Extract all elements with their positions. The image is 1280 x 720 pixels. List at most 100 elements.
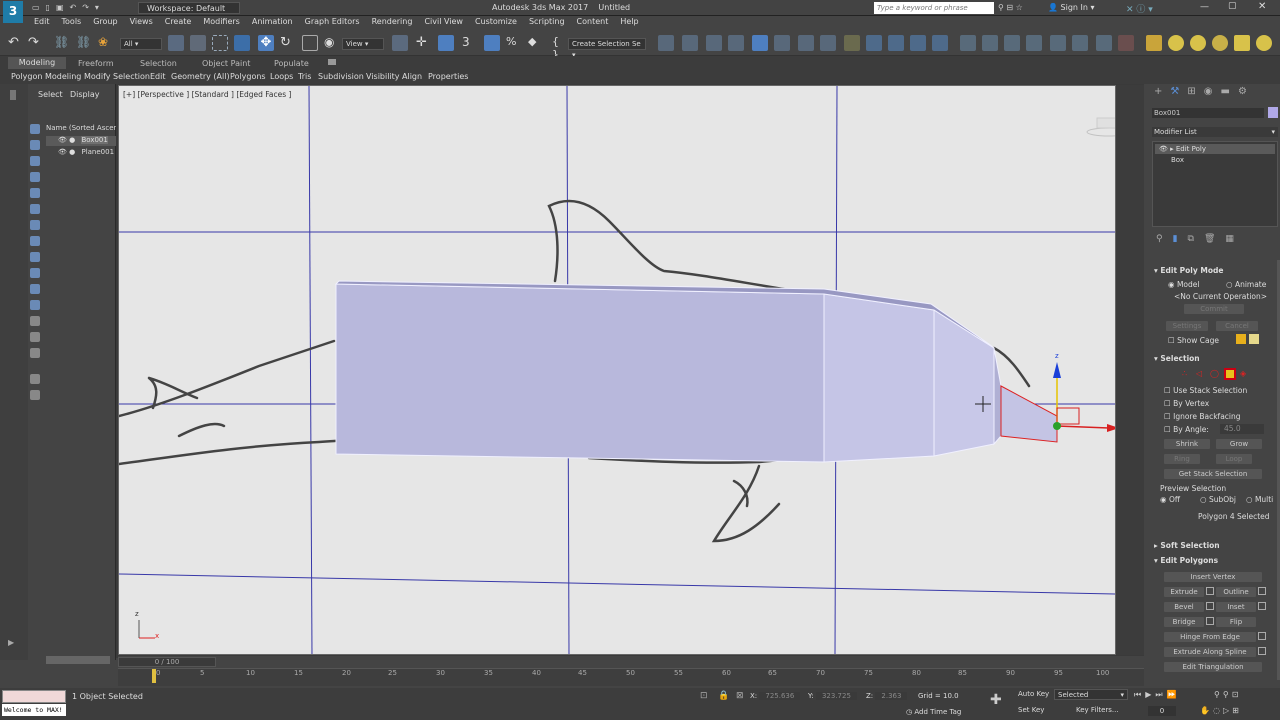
- motion-tab-icon[interactable]: ◉: [1204, 86, 1221, 97]
- pan-icon[interactable]: ✋: [1200, 706, 1213, 715]
- by-vertex-checkbox[interactable]: ☐ By Vertex: [1164, 399, 1209, 408]
- ribbon-tab-object-paint[interactable]: Object Paint: [202, 59, 250, 68]
- preview-multi-radio[interactable]: ○ Multi: [1246, 495, 1273, 504]
- app-logo-icon[interactable]: 3: [3, 1, 23, 23]
- maximize-button[interactable]: ▢: [1228, 1, 1237, 11]
- modify-tab-icon[interactable]: ⚒: [1170, 86, 1187, 97]
- ribbon-properties[interactable]: Properties: [428, 72, 468, 81]
- camera-icon[interactable]: [1212, 35, 1228, 51]
- cancel-button[interactable]: Cancel: [1216, 321, 1258, 331]
- spinner-snap-icon[interactable]: ◆: [528, 35, 544, 51]
- expand-arrow-icon[interactable]: ▶: [8, 638, 14, 647]
- key-filters-button[interactable]: Key Filters...: [1076, 706, 1119, 714]
- filter-xrefs-icon[interactable]: [30, 236, 40, 246]
- menu-scripting[interactable]: Scripting: [523, 16, 571, 26]
- pin-icon[interactable]: [10, 90, 16, 100]
- unlink-icon[interactable]: ⛓: [76, 35, 92, 51]
- key-mode-icon[interactable]: ✚: [990, 692, 1010, 712]
- ribbon-tab-modeling[interactable]: Modeling: [8, 57, 66, 69]
- edit-named-selection-icon[interactable]: { }: [552, 35, 568, 61]
- funnel-icon[interactable]: [30, 374, 40, 384]
- z-coordinate[interactable]: Z: 2.363: [866, 692, 908, 700]
- menu-help[interactable]: Help: [614, 16, 644, 26]
- bridge-settings-icon[interactable]: [1206, 617, 1214, 625]
- show-cage-checkbox[interactable]: ☐ Show Cage: [1168, 336, 1219, 345]
- outline-settings-icon[interactable]: [1258, 587, 1266, 595]
- pin-stack-icon[interactable]: ⚲: [1156, 234, 1173, 244]
- zoom-extents-icon[interactable]: ⊡: [1232, 690, 1242, 699]
- edit-triangulation-button[interactable]: Edit Triangulation: [1164, 662, 1262, 672]
- go-to-end-icon[interactable]: ⏩: [1167, 690, 1181, 699]
- use-stack-selection-checkbox[interactable]: ☐ Use Stack Selection: [1164, 386, 1247, 395]
- spotlight-icon[interactable]: [1234, 35, 1250, 51]
- scene-row-plane001[interactable]: 👁 ● Plane001: [46, 148, 116, 158]
- soft-selection-rollout[interactable]: ▸ Soft Selection: [1154, 541, 1276, 550]
- menu-tools[interactable]: Tools: [56, 16, 88, 26]
- show-end-result-icon[interactable]: ▮: [1173, 234, 1188, 244]
- display-icon[interactable]: [1118, 35, 1134, 51]
- display-tab-icon[interactable]: ▬: [1220, 86, 1237, 97]
- object-name-field[interactable]: Box001: [1152, 108, 1264, 118]
- close-x-icon[interactable]: ✕ ⓘ ▾: [1126, 2, 1153, 15]
- current-frame-field[interactable]: 0: [1148, 706, 1176, 716]
- ribbon-polygon-modeling[interactable]: Polygon Modeling: [11, 72, 81, 81]
- filter-containers-icon[interactable]: [30, 268, 40, 278]
- menu-animation[interactable]: Animation: [246, 16, 299, 26]
- eye-icon[interactable]: 👁: [58, 148, 67, 156]
- vertex-mode-icon[interactable]: ∴: [1182, 369, 1187, 378]
- edit-poly-mode-title[interactable]: ▾ Edit Poly Mode: [1154, 266, 1276, 275]
- teapot-icon[interactable]: [960, 35, 976, 51]
- redo-icon[interactable]: ↷: [28, 35, 44, 51]
- modifier-list-dropdown[interactable]: Modifier List ▾: [1152, 127, 1278, 137]
- lock-selection-icon[interactable]: 🔒: [718, 691, 729, 701]
- by-angle-checkbox[interactable]: ☐ By Angle:: [1164, 425, 1209, 434]
- scene-row-box001[interactable]: 👁 ● Box001: [46, 136, 116, 146]
- layer-manager-icon[interactable]: [706, 35, 722, 51]
- keyboard-shortcut-icon[interactable]: [438, 35, 454, 51]
- mirror-icon[interactable]: [658, 35, 674, 51]
- edge-mode-icon[interactable]: ◁: [1196, 369, 1202, 378]
- helper-icon[interactable]: [1050, 35, 1066, 51]
- close-button[interactable]: ✕: [1258, 1, 1266, 12]
- maxscript-output[interactable]: Welcome to MAX!: [2, 704, 66, 716]
- element-mode-icon[interactable]: ◈: [1240, 369, 1246, 378]
- ribbon-tab-freeform[interactable]: Freeform: [78, 59, 114, 68]
- extrude-along-spline-button[interactable]: Extrude Along Spline: [1164, 647, 1256, 657]
- maximize-viewport-icon[interactable]: ⊞: [1232, 706, 1242, 715]
- perspective-viewport[interactable]: [+] [Perspective ] [Standard ] [Edged Fa…: [118, 85, 1116, 655]
- select-object-icon[interactable]: [168, 35, 184, 51]
- folder-icon[interactable]: [1146, 35, 1162, 51]
- place-icon[interactable]: ◉: [324, 35, 340, 51]
- ribbon-visibility[interactable]: Visibility: [366, 72, 400, 81]
- preview-off-radio[interactable]: ◉ Off: [1160, 495, 1180, 504]
- menu-customize[interactable]: Customize: [469, 16, 523, 26]
- scene-tab-display[interactable]: Display: [70, 90, 100, 99]
- configure-sets-icon[interactable]: ▦: [1225, 234, 1244, 244]
- named-selection-dropdown[interactable]: Create Selection Se ▾: [568, 38, 646, 59]
- ribbon-align[interactable]: Align: [402, 72, 422, 81]
- bridge-button[interactable]: Bridge: [1164, 617, 1204, 627]
- ribbon-polygons[interactable]: Polygons: [230, 72, 266, 81]
- region-select-icon[interactable]: [212, 35, 228, 51]
- ribbon-edit[interactable]: Edit: [150, 72, 166, 81]
- ribbon-subdivision[interactable]: Subdivision: [318, 72, 364, 81]
- time-slider[interactable]: 0 / 100: [118, 657, 216, 667]
- menu-modifiers[interactable]: Modifiers: [197, 16, 246, 26]
- menu-create[interactable]: Create: [159, 16, 198, 26]
- sun-icon[interactable]: [1256, 35, 1272, 51]
- snaps-toggle-icon[interactable]: 3: [462, 35, 478, 51]
- render-icon[interactable]: [888, 35, 904, 51]
- commit-button[interactable]: Commit: [1184, 304, 1244, 314]
- filter-helpers-icon[interactable]: [30, 188, 40, 198]
- ribbon-tab-selection[interactable]: Selection: [140, 59, 177, 68]
- loop-button[interactable]: Loop: [1216, 454, 1252, 464]
- next-frame-icon[interactable]: ⏭: [1155, 690, 1166, 699]
- filter-bones-icon[interactable]: [30, 252, 40, 262]
- angle-snap-icon[interactable]: [484, 35, 500, 51]
- box-create-icon[interactable]: [982, 35, 998, 51]
- maxscript-listener[interactable]: [2, 690, 66, 703]
- filter-frozen-icon[interactable]: [30, 284, 40, 294]
- ribbon-loops[interactable]: Loops: [270, 72, 293, 81]
- filter-shapes-icon[interactable]: [30, 140, 40, 150]
- schematic-view-icon[interactable]: [798, 35, 814, 51]
